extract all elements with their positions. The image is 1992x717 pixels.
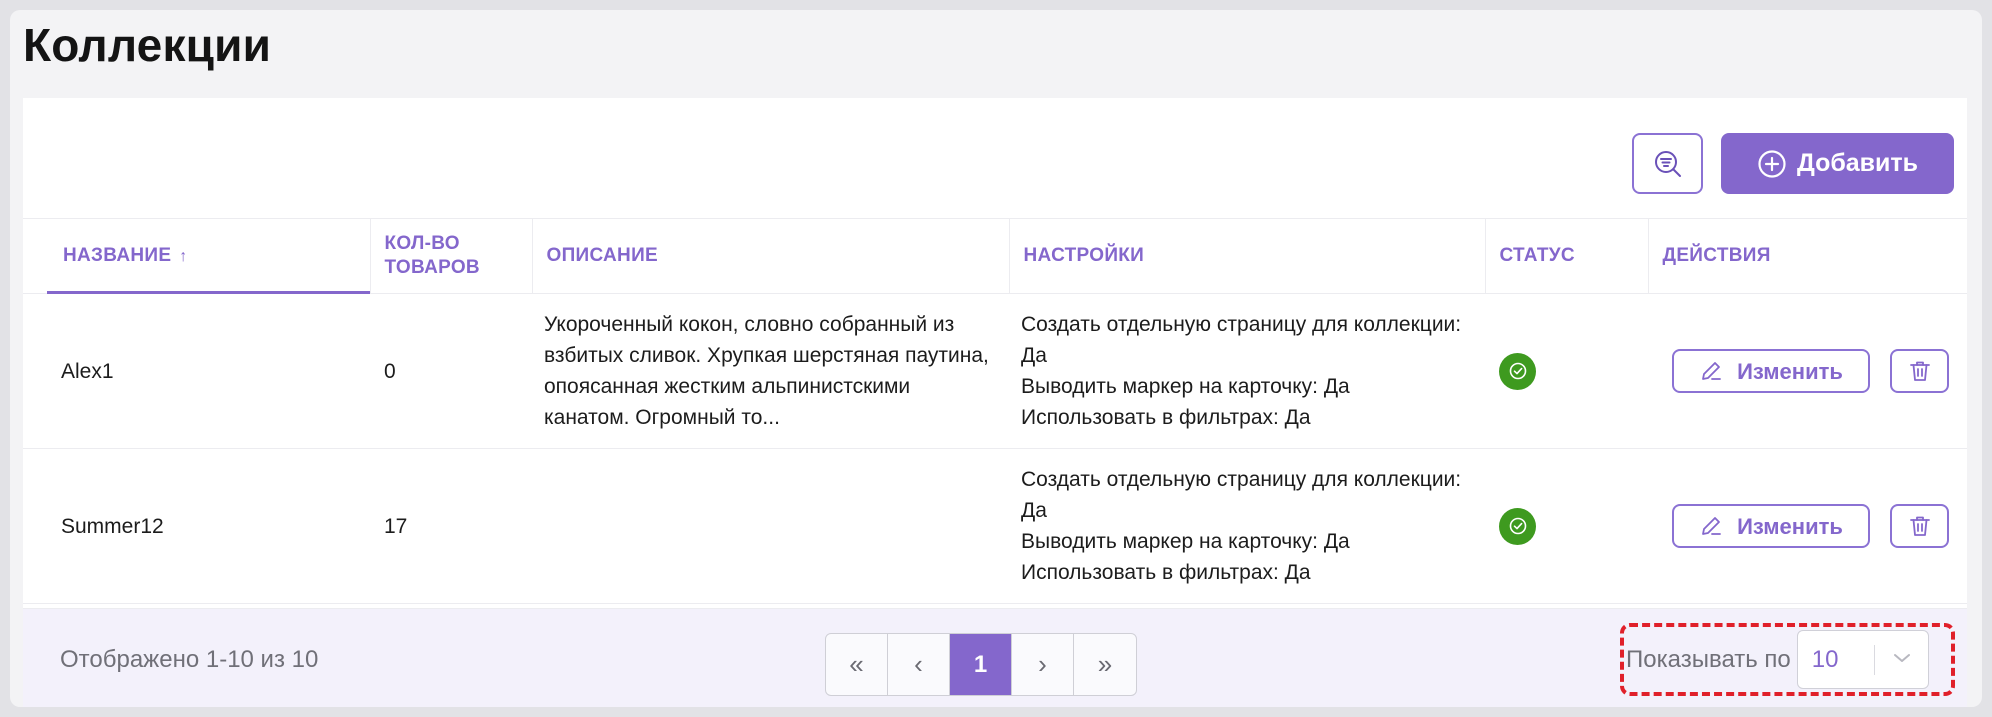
setting-line: Использовать в фильтрах: Да — [1021, 561, 1311, 584]
cell-settings: Создать отдельную страницу для коллекции… — [1009, 293, 1485, 449]
double-chevron-right-icon: » — [1097, 649, 1113, 679]
cell-actions: Изменить — [1648, 448, 1967, 604]
first-page-button[interactable]: « — [826, 634, 888, 695]
next-page-button[interactable]: › — [1012, 634, 1074, 695]
page-title: Коллекции — [23, 19, 272, 71]
add-button[interactable]: Добавить — [1721, 133, 1954, 194]
chevron-down-icon — [1893, 654, 1910, 662]
column-header-description[interactable]: ОПИСАНИЕ — [532, 218, 1010, 294]
toolbar: Добавить — [23, 98, 1967, 218]
add-button-label: Добавить — [1796, 149, 1919, 177]
last-page-button[interactable]: » — [1074, 634, 1136, 695]
per-page-value: 10 — [1811, 645, 1839, 673]
edit-button-label: Изменить — [1737, 513, 1843, 539]
setting-line: Использовать в фильтрах: Да — [1021, 406, 1311, 429]
plus-circle-icon — [1758, 149, 1786, 178]
column-header-name-label: НАЗВАНИЕ — [63, 244, 172, 266]
setting-line: Выводить маркер на карточку: Да — [1021, 530, 1350, 553]
pagination: « ‹ 1 › » — [825, 633, 1137, 696]
table-header-row: НАЗВАНИЕ ↑ КОЛ-ВО ТОВАРОВ ОПИСАНИЕ НАСТРО… — [23, 218, 1967, 295]
delete-button[interactable] — [1890, 349, 1949, 393]
pencil-icon — [1702, 517, 1721, 535]
column-header-settings[interactable]: НАСТРОЙКИ — [1009, 218, 1486, 294]
edit-button-label: Изменить — [1737, 358, 1843, 384]
chevron-left-icon: ‹ — [914, 649, 923, 679]
cell-count: 17 — [370, 448, 532, 604]
delete-button[interactable] — [1890, 504, 1949, 548]
per-page-control: Показывать по 10 — [1620, 623, 1955, 696]
per-page-label: Показывать по — [1626, 645, 1791, 673]
double-chevron-left-icon: « — [849, 649, 864, 679]
edit-button[interactable]: Изменить — [1672, 504, 1870, 548]
description-text: Укороченный кокон, словно собранный из в… — [544, 313, 989, 429]
trash-icon — [1909, 516, 1930, 536]
column-header-count[interactable]: КОЛ-ВО ТОВАРОВ — [370, 218, 533, 294]
cell-settings: Создать отдельную страницу для коллекции… — [1009, 448, 1485, 604]
cell-status — [1485, 448, 1648, 604]
cell-description: Укороченный кокон, словно собранный из в… — [532, 293, 1009, 449]
select-divider — [1873, 645, 1875, 675]
cell-status — [1485, 293, 1648, 449]
collections-table: НАЗВАНИЕ ↑ КОЛ-ВО ТОВАРОВ ОПИСАНИЕ НАСТРО… — [23, 218, 1967, 604]
prev-page-button[interactable]: ‹ — [888, 634, 950, 695]
edit-button[interactable]: Изменить — [1672, 349, 1870, 393]
per-page-select[interactable]: 10 — [1796, 630, 1929, 689]
status-active-icon — [1499, 507, 1536, 545]
filter-button[interactable] — [1632, 133, 1703, 194]
column-header-name[interactable]: НАЗВАНИЕ ↑ — [23, 218, 371, 295]
cell-count: 0 — [370, 293, 532, 449]
collections-card: Добавить НАЗВАНИЕ ↑ КОЛ-ВО ТОВАРОВ ОПИСАН… — [23, 98, 1967, 707]
column-header-status[interactable]: СТАТУС — [1485, 218, 1649, 294]
setting-line: Выводить маркер на карточку: Да — [1021, 375, 1350, 398]
setting-line: Создать отдельную страницу для коллекции… — [1021, 468, 1462, 522]
cell-actions: Изменить — [1648, 293, 1967, 449]
table-row: Alex1 0 Укороченный кокон, словно собран… — [23, 293, 1967, 449]
cell-name: Alex1 — [23, 293, 370, 449]
cell-description — [532, 448, 1009, 604]
page-frame: Коллекции Добавить НАЗВАНИЕ ↑ КОЛ-ВО ТОВ… — [10, 10, 1982, 707]
setting-line: Создать отдельную страницу для коллекции… — [1021, 313, 1462, 367]
sort-asc-icon: ↑ — [179, 247, 188, 265]
trash-icon — [1909, 361, 1930, 381]
column-header-actions: ДЕЙСТВИЯ — [1648, 218, 1967, 294]
status-active-icon — [1499, 352, 1536, 390]
cell-name: Summer12 — [23, 448, 370, 604]
search-filter-icon — [1654, 150, 1681, 177]
chevron-right-icon: › — [1038, 649, 1047, 679]
pencil-icon — [1702, 362, 1721, 380]
table-footer: Отображено 1-10 из 10 « ‹ 1 › » Показыва… — [23, 608, 1967, 707]
records-info: Отображено 1-10 из 10 — [60, 646, 319, 673]
page-button-current[interactable]: 1 — [950, 634, 1012, 695]
table-row: Summer12 17 Создать отдельную страницу д… — [23, 448, 1967, 604]
